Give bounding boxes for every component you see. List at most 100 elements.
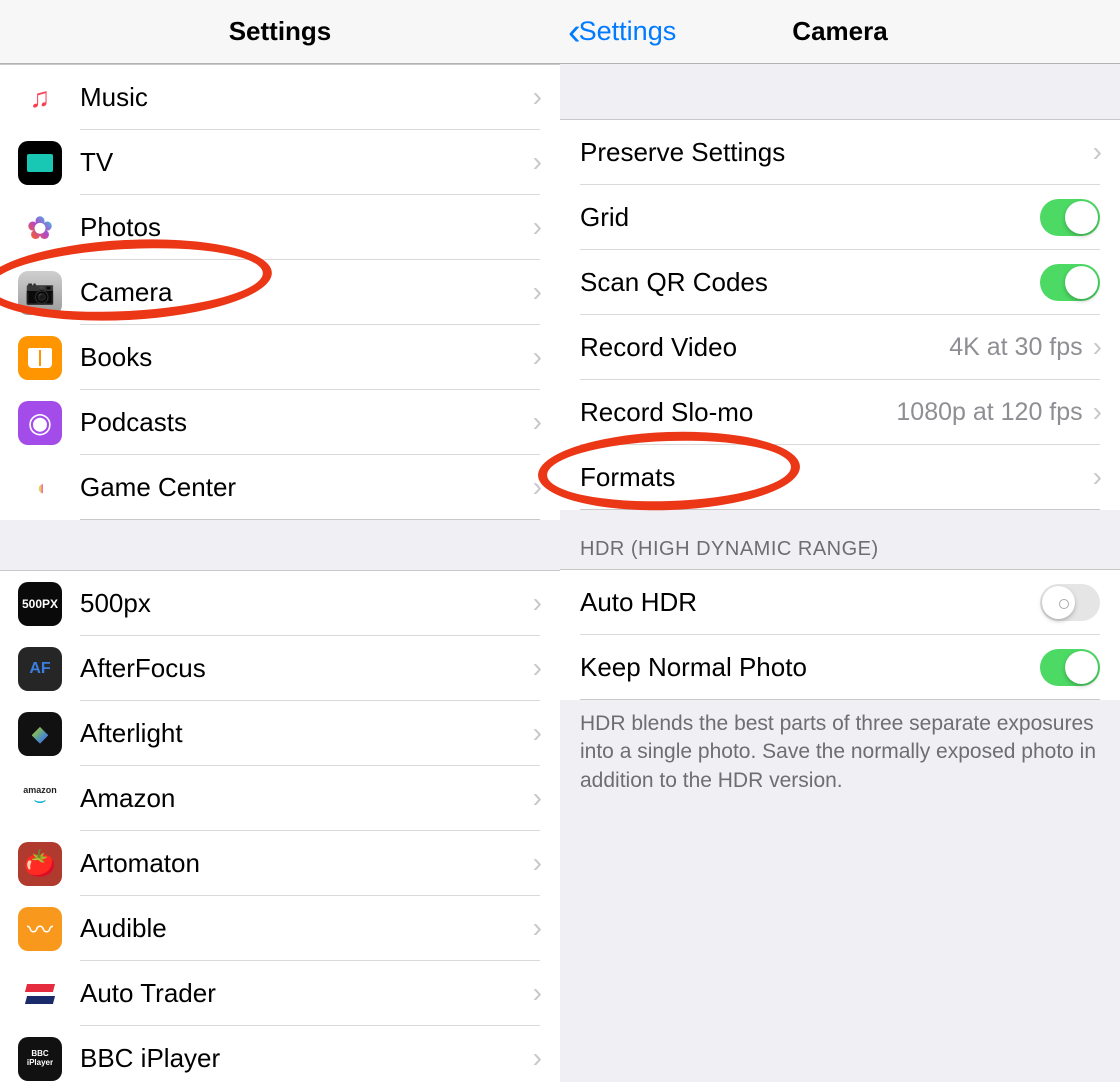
settings-row-music[interactable]: Music› (0, 64, 560, 130)
toggle-auto-hdr[interactable] (1040, 584, 1100, 621)
chevron-right-icon: › (533, 977, 542, 1009)
chevron-right-icon: › (533, 211, 542, 243)
back-label: Settings (579, 16, 677, 47)
row-label: Keep Normal Photo (580, 652, 1040, 683)
row-scan-qr[interactable]: Scan QR Codes (560, 250, 1120, 315)
camera-settings-screen: ‹ Settings Camera Preserve Settings › Gr… (560, 0, 1120, 1082)
settings-list: Music›TV›Photos›Camera›Books›Podcasts›Ga… (0, 64, 560, 1082)
amazon-icon (18, 777, 62, 821)
settings-row-afterlight[interactable]: Afterlight› (0, 701, 560, 766)
row-record-video[interactable]: Record Video 4K at 30 fps › (560, 315, 1120, 380)
chevron-right-icon: › (533, 847, 542, 879)
chevron-right-icon: › (533, 912, 542, 944)
chevron-right-icon: › (533, 587, 542, 619)
audible-icon (18, 907, 62, 951)
settings-screen: Settings Music›TV›Photos›Camera›Books›Po… (0, 0, 560, 1082)
settings-row-autotrader[interactable]: Auto Trader› (0, 961, 560, 1026)
row-keep-normal-photo[interactable]: Keep Normal Photo (560, 635, 1120, 700)
chevron-right-icon: › (533, 471, 542, 503)
group-spacer (0, 520, 560, 570)
settings-row-artomaton[interactable]: Artomaton› (0, 831, 560, 896)
section-footer-hdr: HDR blends the best parts of three separ… (560, 700, 1120, 815)
podcasts-icon (18, 401, 62, 445)
row-grid[interactable]: Grid (560, 185, 1120, 250)
page-title: Camera (792, 16, 887, 47)
settings-row-500px[interactable]: 500PX500px› (0, 570, 560, 636)
toggle-grid[interactable] (1040, 199, 1100, 236)
settings-group-apple: Music›TV›Photos›Camera›Books›Podcasts›Ga… (0, 64, 560, 520)
toggle-scan-qr[interactable] (1040, 264, 1100, 301)
artomaton-icon (18, 842, 62, 886)
chevron-right-icon: › (533, 1042, 542, 1074)
bbc-icon: BBC iPlayer (18, 1037, 62, 1081)
row-label: Amazon (80, 783, 533, 814)
chevron-right-icon: › (533, 81, 542, 113)
photos-icon (18, 206, 62, 250)
settings-row-audible[interactable]: Audible› (0, 896, 560, 961)
settings-row-podcasts[interactable]: Podcasts› (0, 390, 560, 455)
settings-row-books[interactable]: Books› (0, 325, 560, 390)
back-button[interactable]: ‹ Settings (568, 13, 676, 51)
chevron-right-icon: › (533, 276, 542, 308)
row-label: Preserve Settings (580, 137, 1093, 168)
page-title: Settings (229, 16, 332, 47)
chevron-right-icon: › (1093, 136, 1102, 168)
row-label: Scan QR Codes (580, 267, 1040, 298)
row-label: Music (80, 82, 533, 113)
row-label: BBC iPlayer (80, 1043, 533, 1074)
row-label: Formats (580, 462, 1093, 493)
music-icon (18, 76, 62, 120)
row-label: Record Video (580, 332, 949, 363)
settings-row-tv[interactable]: TV› (0, 130, 560, 195)
row-label: Grid (580, 202, 1040, 233)
row-label: Record Slo-mo (580, 397, 896, 428)
settings-row-bbc[interactable]: BBC iPlayerBBC iPlayer› (0, 1026, 560, 1082)
camera-icon (18, 271, 62, 315)
row-value: 4K at 30 fps (949, 333, 1082, 362)
section-header-hdr: HDR (HIGH DYNAMIC RANGE) (560, 510, 1120, 569)
group-spacer (560, 64, 1120, 119)
row-record-slomo[interactable]: Record Slo-mo 1080p at 120 fps › (560, 380, 1120, 445)
row-label: Auto Trader (80, 978, 533, 1009)
settings-row-camera[interactable]: Camera› (0, 260, 560, 325)
chevron-right-icon: › (533, 341, 542, 373)
row-label: TV (80, 147, 533, 178)
afterfocus-icon (18, 647, 62, 691)
settings-row-amazon[interactable]: Amazon› (0, 766, 560, 831)
row-label: Game Center (80, 472, 533, 503)
row-preserve-settings[interactable]: Preserve Settings › (560, 119, 1120, 185)
chevron-right-icon: › (533, 717, 542, 749)
chevron-right-icon: › (533, 406, 542, 438)
500px-icon: 500PX (18, 582, 62, 626)
gamecenter-icon (18, 466, 62, 510)
row-formats[interactable]: Formats › (560, 445, 1120, 510)
books-icon (18, 336, 62, 380)
row-value: 1080p at 120 fps (896, 398, 1082, 427)
header: Settings (0, 0, 560, 64)
settings-group-thirdparty: 500PX500px›AfterFocus›Afterlight›Amazon›… (0, 570, 560, 1082)
camera-settings-list: Preserve Settings › Grid Scan QR Codes (560, 64, 1120, 1082)
settings-row-photos[interactable]: Photos› (0, 195, 560, 260)
chevron-right-icon: › (1093, 396, 1102, 428)
chevron-right-icon: › (533, 146, 542, 178)
chevron-right-icon: › (533, 782, 542, 814)
tv-icon (18, 141, 62, 185)
row-label: Afterlight (80, 718, 533, 749)
chevron-right-icon: › (1093, 461, 1102, 493)
row-label: Artomaton (80, 848, 533, 879)
toggle-keep-normal[interactable] (1040, 649, 1100, 686)
header: ‹ Settings Camera (560, 0, 1120, 64)
row-label: Photos (80, 212, 533, 243)
row-label: Books (80, 342, 533, 373)
camera-group-hdr: Auto HDR Keep Normal Photo (560, 569, 1120, 700)
row-label: Camera (80, 277, 533, 308)
afterlight-icon (18, 712, 62, 756)
settings-row-gamecenter[interactable]: Game Center› (0, 455, 560, 520)
row-label: Podcasts (80, 407, 533, 438)
chevron-right-icon: › (533, 652, 542, 684)
row-label: Auto HDR (580, 587, 1040, 618)
row-label: Audible (80, 913, 533, 944)
settings-row-afterfocus[interactable]: AfterFocus› (0, 636, 560, 701)
row-auto-hdr[interactable]: Auto HDR (560, 569, 1120, 635)
chevron-right-icon: › (1093, 331, 1102, 363)
